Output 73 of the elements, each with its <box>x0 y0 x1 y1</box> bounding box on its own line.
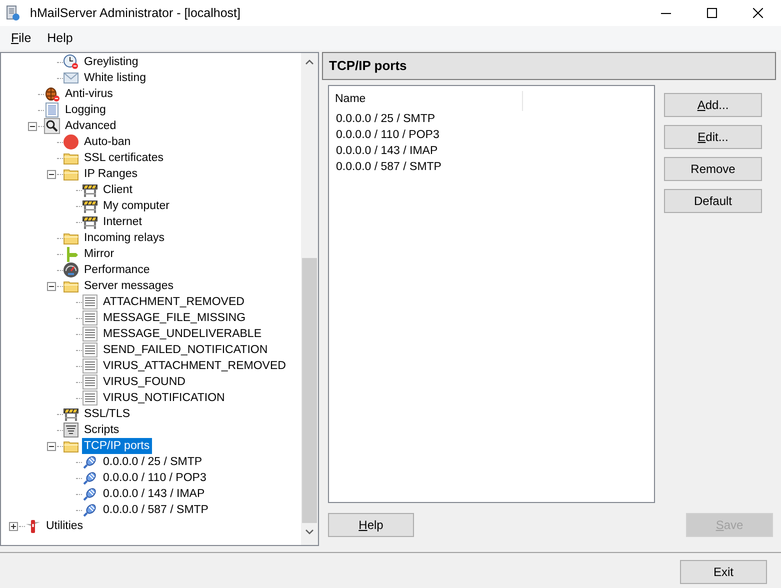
close-icon <box>753 8 763 18</box>
tree-item[interactable]: Anti-virus <box>63 86 115 102</box>
tree-item[interactable]: Scripts <box>82 422 122 438</box>
tree-item[interactable]: Mirror <box>82 246 116 262</box>
tree-item[interactable]: SEND_FAILED_NOTIFICATION <box>101 342 270 358</box>
tree-item[interactable]: Client <box>101 182 134 198</box>
tree-item[interactable]: 0.0.0.0 / 25 / SMTP <box>101 454 204 470</box>
tree-item[interactable]: 0.0.0.0 / 143 / IMAP <box>101 486 207 502</box>
menu-item[interactable]: File <box>4 28 38 48</box>
expand-toggle[interactable] <box>8 522 18 530</box>
list-row[interactable]: 0.0.0.0 / 143 / IMAP <box>329 143 654 159</box>
column-header[interactable]: Name <box>329 91 523 111</box>
tree-item[interactable]: 0.0.0.0 / 587 / SMTP <box>101 502 210 518</box>
tree-item[interactable]: White listing <box>82 70 148 86</box>
tree-item[interactable]: Logging <box>63 102 108 118</box>
action-button[interactable]: Default <box>664 189 762 213</box>
script-icon <box>63 422 79 438</box>
tree-item[interactable]: Internet <box>101 214 144 230</box>
barrier-icon <box>82 198 98 214</box>
bug-icon <box>44 86 60 102</box>
tree-item[interactable]: Incoming relays <box>82 230 167 246</box>
tree-item[interactable]: IP Ranges <box>82 166 140 182</box>
minimize-icon <box>661 12 671 14</box>
tree-item[interactable]: Greylisting <box>82 54 140 70</box>
collapse-toggle[interactable] <box>46 170 56 178</box>
scroll-down-icon <box>305 529 314 535</box>
barrier-icon <box>63 406 79 422</box>
tree-item[interactable]: VIRUS_FOUND <box>101 374 188 390</box>
tree-item[interactable]: TCP/IP ports <box>82 438 152 454</box>
plug-icon <box>82 486 98 502</box>
gauge-icon <box>63 262 79 278</box>
tree-item[interactable]: MESSAGE_FILE_MISSING <box>101 310 248 326</box>
tree-item[interactable]: SSL/TLS <box>82 406 132 422</box>
tree-item[interactable]: VIRUS_NOTIFICATION <box>101 390 227 406</box>
tree-item[interactable]: Utilities <box>44 518 86 534</box>
maximize-icon <box>707 8 717 18</box>
plug-icon <box>82 502 98 518</box>
envelope-icon <box>63 70 79 86</box>
tree-item[interactable]: MESSAGE_UNDELIVERABLE <box>101 326 264 342</box>
tree-item[interactable]: ATTACHMENT_REMOVED <box>101 294 246 310</box>
scroll-up-icon <box>305 59 314 65</box>
collapse-toggle[interactable] <box>46 442 56 450</box>
tree-item[interactable]: Advanced <box>63 118 118 134</box>
list-row[interactable]: 0.0.0.0 / 587 / SMTP <box>329 159 654 175</box>
action-button[interactable]: Edit... <box>664 125 762 149</box>
tree-item[interactable]: VIRUS_ATTACHMENT_REMOVED <box>101 358 288 374</box>
plug-icon <box>82 454 98 470</box>
barrier-icon <box>82 214 98 230</box>
tree-item[interactable]: Performance <box>82 262 152 278</box>
list-row[interactable]: 0.0.0.0 / 110 / POP3 <box>329 127 654 143</box>
panel-title: TCP/IP ports <box>329 57 407 76</box>
barrier-icon <box>82 182 98 198</box>
collapse-toggle[interactable] <box>28 122 36 130</box>
pocket-knife-icon <box>25 518 41 534</box>
action-button[interactable]: Add... <box>664 93 762 117</box>
tree-item[interactable]: 0.0.0.0 / 110 / POP3 <box>101 470 208 486</box>
app-icon <box>5 5 21 21</box>
tree-item[interactable]: My computer <box>101 198 172 214</box>
scroll-thumb[interactable] <box>302 258 317 523</box>
list-row[interactable]: 0.0.0.0 / 25 / SMTP <box>329 111 654 127</box>
window-title: hMailServer Administrator - [localhost] <box>30 4 240 22</box>
help-button[interactable]: Help <box>328 513 414 537</box>
action-button[interactable]: Remove <box>664 157 762 181</box>
collapse-toggle[interactable] <box>46 282 56 290</box>
exit-button[interactable]: Exit <box>680 560 767 584</box>
stop-sign-icon <box>63 134 79 150</box>
plug-icon <box>82 470 98 486</box>
tree-item[interactable]: Server messages <box>82 278 176 294</box>
tree-item[interactable]: SSL certificates <box>82 150 166 166</box>
tree-item[interactable]: Auto-ban <box>82 134 133 150</box>
log-file-icon <box>44 102 60 118</box>
menu-item[interactable]: Help <box>40 28 80 48</box>
scrollbar[interactable] <box>301 53 318 545</box>
